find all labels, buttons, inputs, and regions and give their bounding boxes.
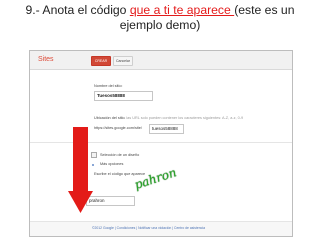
captcha-text: pahron xyxy=(132,165,179,192)
more-options-link[interactable]: Más opciones xyxy=(100,162,123,166)
instruction-heading: 9.- Anota el código que a ti te aparece … xyxy=(0,3,320,33)
google-sites-form-screenshot: Sites CREAR Cancelar Nombre del sitio: T… xyxy=(29,50,293,237)
instruction-link[interactable]: que a ti te aparece xyxy=(130,3,234,17)
site-name-label: Nombre del sitio: xyxy=(94,84,123,88)
instruction-text-end: (este es un xyxy=(234,3,295,17)
instruction-line-1: 9.- Anota el código que a ti te aparece … xyxy=(0,3,320,18)
site-location-label: Ubicación del sitio xyxy=(94,116,125,120)
instruction-text: 9.- Anota el código xyxy=(25,3,130,17)
cancel-button[interactable]: Cancelar xyxy=(113,56,133,66)
captcha-image: pahron xyxy=(129,165,209,199)
site-url-prefix: https://sites.google.com/site/ xyxy=(94,126,142,130)
site-name-input[interactable]: Tuesos58888 xyxy=(94,91,153,101)
red-arrow-icon xyxy=(68,127,93,213)
sites-logo: Sites xyxy=(38,56,54,63)
site-location-hint: - las URL solo pueden contener los carac… xyxy=(124,116,244,120)
site-location-input[interactable]: tuesos58888 xyxy=(149,124,184,134)
create-button[interactable]: CREAR xyxy=(91,56,111,66)
sites-toolbar: Sites CREAR Cancelar xyxy=(30,51,292,70)
footer-links: ©2012 Google | Condiciones | Notificar u… xyxy=(92,226,205,230)
instruction-line-2: ejemplo demo) xyxy=(119,18,201,32)
design-option-label: Selección de un diseño xyxy=(100,153,140,157)
